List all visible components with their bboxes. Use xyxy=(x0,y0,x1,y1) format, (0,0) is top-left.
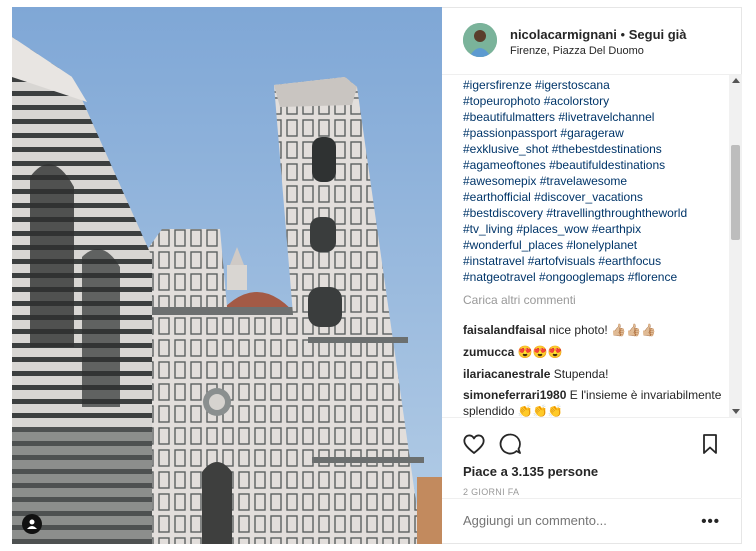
comment-username[interactable]: faisalandfaisal xyxy=(463,323,546,337)
comment-username[interactable]: zumucca xyxy=(463,345,514,359)
hashtag-line[interactable]: #awesomepix #travelawesome xyxy=(463,173,725,189)
comment-text: 😍😍😍 xyxy=(514,345,563,359)
scroll-down-arrow-icon[interactable] xyxy=(732,409,740,414)
header-user-line: nicolacarmignani • Segui già xyxy=(510,27,687,42)
florence-duomo-photo xyxy=(12,7,442,544)
post-header: nicolacarmignani • Segui già Firenze, Pi… xyxy=(442,8,742,75)
comment-bubble-icon[interactable] xyxy=(497,431,523,457)
scroll-up-arrow-icon[interactable] xyxy=(732,78,740,83)
hashtag-line[interactable]: #tv_living #places_wow #earthpix xyxy=(463,221,725,237)
hashtag-line[interactable]: #topeurophoto #acolorstory xyxy=(463,93,725,109)
more-options-icon[interactable]: ••• xyxy=(701,513,720,530)
caption-hashtags: #igersfirenze #igerstoscana #topeurophot… xyxy=(463,77,725,285)
avatar[interactable] xyxy=(463,23,497,57)
heart-icon[interactable] xyxy=(461,431,487,457)
hashtag-line[interactable]: #passionpassport #garageraw xyxy=(463,125,725,141)
hashtag-line[interactable]: #bestdiscovery #travellingthroughtheworl… xyxy=(463,205,725,221)
hashtag-line[interactable]: #agameoftones #beautifuldestinations xyxy=(463,157,725,173)
location-link[interactable]: Firenze, Piazza Del Duomo xyxy=(510,45,644,57)
post-sidebar: nicolacarmignani • Segui già Firenze, Pi… xyxy=(442,7,742,544)
comment-text: Stupenda! xyxy=(550,367,609,381)
comments-list[interactable]: #igersfirenze #igerstoscana #topeurophot… xyxy=(442,75,729,417)
comment-username[interactable]: simoneferrari1980 xyxy=(463,388,566,402)
comment-item: zumucca 😍😍😍 xyxy=(463,344,723,360)
load-more-comments-link[interactable]: Carica altri commenti xyxy=(463,293,576,307)
comment-username[interactable]: ilariacanestrale xyxy=(463,367,550,381)
add-comment-input[interactable] xyxy=(463,513,683,528)
scrollbar-thumb[interactable] xyxy=(731,145,740,240)
hashtag-line[interactable]: #igersfirenze #igerstoscana xyxy=(463,77,725,93)
add-comment-bar: ••• xyxy=(442,498,742,545)
separator-dot: • xyxy=(620,27,626,42)
comments-scrollbar[interactable] xyxy=(729,75,742,417)
bookmark-icon[interactable] xyxy=(697,431,723,457)
user-tag-icon[interactable] xyxy=(22,514,42,534)
comment-item: faisalandfaisal nice photo! 👍🏼👍🏼👍🏼 xyxy=(463,322,723,338)
likes-count-link[interactable]: Piace a 3.135 persone xyxy=(463,464,598,479)
hashtag-line[interactable]: #instatravel #artofvisuals #earthfocus xyxy=(463,253,725,269)
post-photo[interactable] xyxy=(12,7,442,544)
comment-text: nice photo! 👍🏼👍🏼👍🏼 xyxy=(545,323,656,337)
post-modal: nicolacarmignani • Segui già Firenze, Pi… xyxy=(0,0,756,551)
follow-status-button[interactable]: Segui già xyxy=(629,27,687,42)
post-actions: Piace a 3.135 persone 2 GIORNI FA xyxy=(442,417,742,498)
hashtag-line[interactable]: #exklusive_shot #thebestdestinations xyxy=(463,141,725,157)
hashtag-line[interactable]: #beautifulmatters #livetravelchannel xyxy=(463,109,725,125)
hashtag-line[interactable]: #wonderful_places #lonelyplanet xyxy=(463,237,725,253)
hashtag-line[interactable]: #natgeotravel #ongooglemaps #florence xyxy=(463,269,725,285)
hashtag-line[interactable]: #earthofficial #discover_vacations xyxy=(463,189,725,205)
username-link[interactable]: nicolacarmignani xyxy=(510,27,617,42)
comment-item: ilariacanestrale Stupenda! xyxy=(463,366,723,382)
comment-item: simoneferrari1980 E l'insieme è invariab… xyxy=(463,387,723,417)
post-timestamp[interactable]: 2 GIORNI FA xyxy=(463,487,519,497)
